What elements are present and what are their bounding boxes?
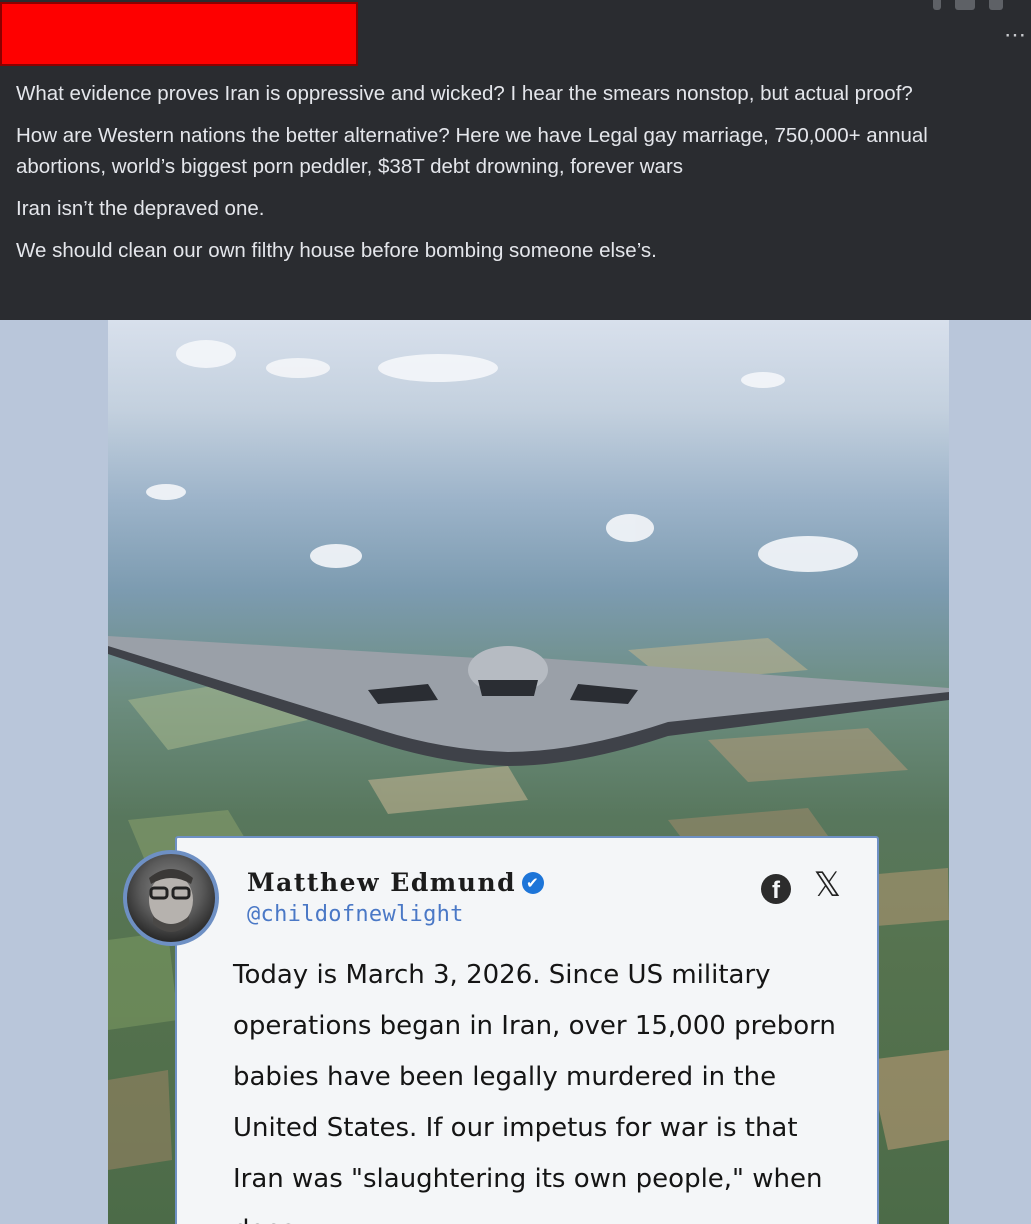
x-icon: 𝕏 [813,865,841,905]
facebook-icon: f [761,874,791,904]
post-paragraph: How are Western nations the better alter… [16,124,928,178]
redacted-author-box [0,2,358,66]
post-paragraph: We should clean our own filthy house bef… [16,239,657,262]
partial-icon [933,0,941,10]
avatar [123,850,219,946]
partial-icon [955,0,975,10]
author-name-text: Matthew Edmund [247,868,517,897]
attached-image[interactable]: Matthew Edmund ✔ @childofnewlight f 𝕏 Tod… [108,320,949,1224]
top-icons-row [933,0,1003,14]
post-paragraph: Iran isn’t the depraved one. [16,197,265,220]
partial-icon [989,0,1003,10]
author-handle: @childofnewlight [247,902,464,927]
more-options-icon[interactable]: ⋯ [1004,24,1027,46]
clouds [146,340,858,572]
post-paragraph: What evidence proves Iran is oppressive … [16,82,913,105]
post-text: What evidence proves Iran is oppressive … [16,78,1006,277]
quoted-tweet-card: Matthew Edmund ✔ @childofnewlight f 𝕏 Tod… [123,836,879,1224]
tweet-body: Today is March 3, 2026. Since US militar… [233,960,836,1224]
post-header: ⋯ What evidence proves Iran is oppressiv… [0,0,1031,320]
author-name: Matthew Edmund ✔ [247,868,545,897]
verified-badge-icon: ✔ [522,872,545,894]
